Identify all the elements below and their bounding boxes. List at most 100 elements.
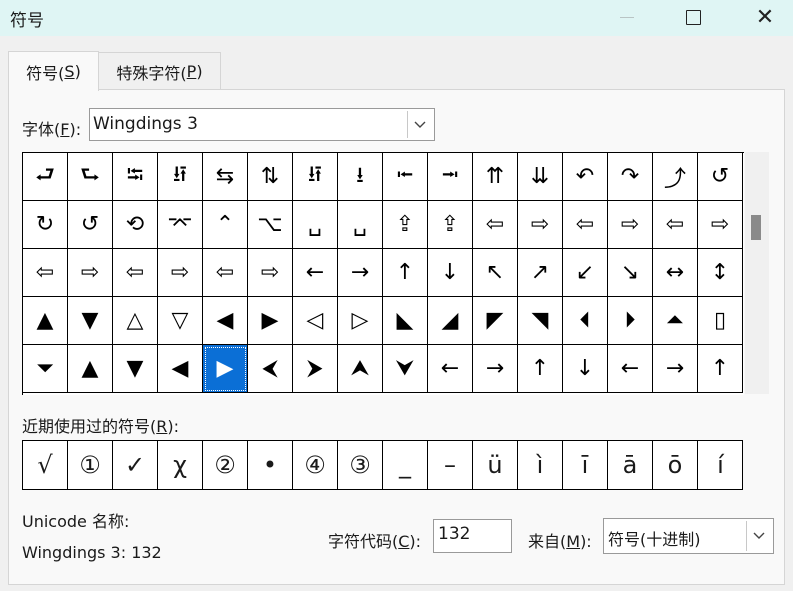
symbol-cell[interactable]: ↺ <box>698 153 743 201</box>
symbol-cell[interactable]: ⇨ <box>608 201 653 249</box>
recent-symbol-cell[interactable]: ü <box>473 441 518 489</box>
symbol-cell[interactable]: ⇨ <box>68 249 113 297</box>
symbol-cell[interactable]: ⇆ <box>203 153 248 201</box>
symbol-cell[interactable]: ⭿ <box>158 153 203 201</box>
symbol-cell[interactable]: ⮟ <box>383 345 428 393</box>
symbol-cell[interactable]: ⮝ <box>338 345 383 393</box>
symbol-cell[interactable]: ⏴ <box>563 297 608 345</box>
symbol-cell[interactable]: ⭰ <box>383 153 428 201</box>
font-dropdown-button[interactable] <box>407 111 432 138</box>
recent-symbol-cell[interactable]: ī <box>563 441 608 489</box>
scrollbar-thumb[interactable] <box>751 215 761 240</box>
symbol-cell[interactable]: ⭾ <box>113 153 158 201</box>
symbol-cell[interactable]: ◤ <box>473 297 518 345</box>
symbol-cell[interactable]: ↕ <box>698 249 743 297</box>
symbol-cell[interactable]: ⇦ <box>473 201 518 249</box>
symbol-cell[interactable]: ↻ <box>23 201 68 249</box>
symbol-cell[interactable]: ⌥ <box>248 201 293 249</box>
symbol-cell[interactable]: ⇦ <box>653 201 698 249</box>
symbol-cell[interactable]: ⇪ <box>428 201 473 249</box>
symbol-cell[interactable]: ◢ <box>428 297 473 345</box>
tab-special-characters[interactable]: 特殊字符(P) <box>98 52 221 90</box>
symbol-cell[interactable]: ⮞ <box>293 345 338 393</box>
symbol-cell[interactable]: ⌃ <box>203 201 248 249</box>
tab-symbols[interactable]: 符号(S) <box>8 51 99 91</box>
recent-symbol-cell[interactable]: ② <box>203 441 248 489</box>
symbol-cell[interactable]: ▶ <box>203 345 248 393</box>
recent-symbols[interactable]: √ ① ✓ χ ② • ④ ③ _ – ü ì ī ā ō í <box>22 440 743 490</box>
symbol-cell[interactable]: ↔ <box>653 249 698 297</box>
symbol-cell[interactable]: ␣ <box>338 201 383 249</box>
symbol-cell[interactable]: ▯ <box>698 297 743 345</box>
recent-symbol-cell[interactable]: í <box>698 441 743 489</box>
symbol-cell[interactable]: ← <box>293 249 338 297</box>
minimize-button[interactable] <box>604 0 650 34</box>
grid-scrollbar[interactable] <box>745 152 769 394</box>
symbol-cell[interactable]: ␣ <box>293 201 338 249</box>
symbol-cell[interactable]: ⇦ <box>203 249 248 297</box>
recent-symbol-cell[interactable]: ā <box>608 441 653 489</box>
recent-symbol-cell[interactable]: √ <box>23 441 68 489</box>
symbol-cell[interactable]: ⇈ <box>473 153 518 201</box>
maximize-button[interactable] <box>670 0 716 34</box>
symbol-cell[interactable]: → <box>653 345 698 393</box>
symbol-cell[interactable]: ▽ <box>158 297 203 345</box>
symbol-cell[interactable]: ↷ <box>608 153 653 201</box>
from-dropdown-button[interactable] <box>746 521 771 551</box>
symbol-cell[interactable]: ⮑ <box>68 153 113 201</box>
symbol-cell[interactable]: ⇦ <box>563 201 608 249</box>
symbol-cell[interactable]: ⭲ <box>428 153 473 201</box>
recent-symbol-cell[interactable]: ④ <box>293 441 338 489</box>
symbol-cell[interactable]: ↘ <box>608 249 653 297</box>
symbol-cell[interactable]: ◥ <box>518 297 563 345</box>
symbol-cell[interactable]: → <box>473 345 518 393</box>
symbol-cell[interactable]: ⇅ <box>248 153 293 201</box>
symbol-cell[interactable]: ⮐ <box>23 153 68 201</box>
recent-symbol-cell[interactable]: ③ <box>338 441 383 489</box>
symbol-cell[interactable]: ⇨ <box>518 201 563 249</box>
symbol-cell[interactable]: ⌤ <box>158 201 203 249</box>
symbol-cell[interactable]: ↙ <box>563 249 608 297</box>
symbol-cell[interactable]: ◀ <box>203 297 248 345</box>
close-button[interactable]: ✕ <box>742 0 788 34</box>
symbol-cell[interactable]: ⏶ <box>653 297 698 345</box>
recent-symbol-cell[interactable]: ì <box>518 441 563 489</box>
symbol-cell[interactable]: ⇊ <box>518 153 563 201</box>
char-code-input[interactable]: 132 <box>433 519 512 553</box>
symbol-cell[interactable]: ↑ <box>518 345 563 393</box>
symbol-cell[interactable]: ← <box>608 345 653 393</box>
symbol-cell[interactable]: ▼ <box>113 345 158 393</box>
recent-symbol-cell[interactable]: ① <box>68 441 113 489</box>
symbol-cell[interactable]: ▶ <box>248 297 293 345</box>
symbol-cell[interactable]: ↑ <box>383 249 428 297</box>
symbol-cell[interactable]: ⇨ <box>158 249 203 297</box>
symbol-cell[interactable]: ◁ <box>293 297 338 345</box>
symbol-grid[interactable]: ⮐ ⮑ ⭾ ⭿ ⇆ ⇅ ⭿ ⭳ ⭰ ⭲ ⇈ ⇊ ↶ ↷ ⤴ ↺ ↻ ↺ ⟲ ⌤ ⌃ ⌥ ␣ ␣ ⇪ ⇪ ⇦ ⇨ ⇦ ⇨ ⇦ ⇨ ⇦ ⇨ ⇦ ⇨ ⇦ ⇨ ← →… <box>22 152 744 395</box>
symbol-cell[interactable]: ◣ <box>383 297 428 345</box>
symbol-cell[interactable]: ↗ <box>518 249 563 297</box>
symbol-cell[interactable]: ↺ <box>68 201 113 249</box>
from-select[interactable]: 符号(十进制) <box>603 518 774 554</box>
font-select[interactable]: Wingdings 3 <box>89 108 435 141</box>
symbol-cell[interactable]: ⏷ <box>23 345 68 393</box>
symbol-cell[interactable]: ⭳ <box>338 153 383 201</box>
symbol-cell[interactable]: ↶ <box>563 153 608 201</box>
symbol-cell[interactable]: ⤴ <box>653 153 698 201</box>
symbol-cell[interactable]: ⇦ <box>113 249 158 297</box>
symbol-cell[interactable]: ⮜ <box>248 345 293 393</box>
symbol-cell[interactable]: ⏵ <box>608 297 653 345</box>
symbol-cell[interactable]: ⟲ <box>113 201 158 249</box>
symbol-cell[interactable]: ⇨ <box>248 249 293 297</box>
symbol-cell[interactable]: ⭿ <box>293 153 338 201</box>
symbol-cell[interactable]: ▲ <box>68 345 113 393</box>
symbol-cell[interactable]: ▷ <box>338 297 383 345</box>
recent-symbol-cell[interactable]: • <box>248 441 293 489</box>
symbol-cell[interactable]: ← <box>428 345 473 393</box>
symbol-cell[interactable]: ⇦ <box>23 249 68 297</box>
symbol-cell[interactable]: ↖ <box>473 249 518 297</box>
recent-symbol-cell[interactable]: ✓ <box>113 441 158 489</box>
symbol-cell[interactable]: ▲ <box>23 297 68 345</box>
symbol-cell[interactable]: △ <box>113 297 158 345</box>
symbol-cell[interactable]: ↓ <box>428 249 473 297</box>
recent-symbol-cell[interactable]: χ <box>158 441 203 489</box>
